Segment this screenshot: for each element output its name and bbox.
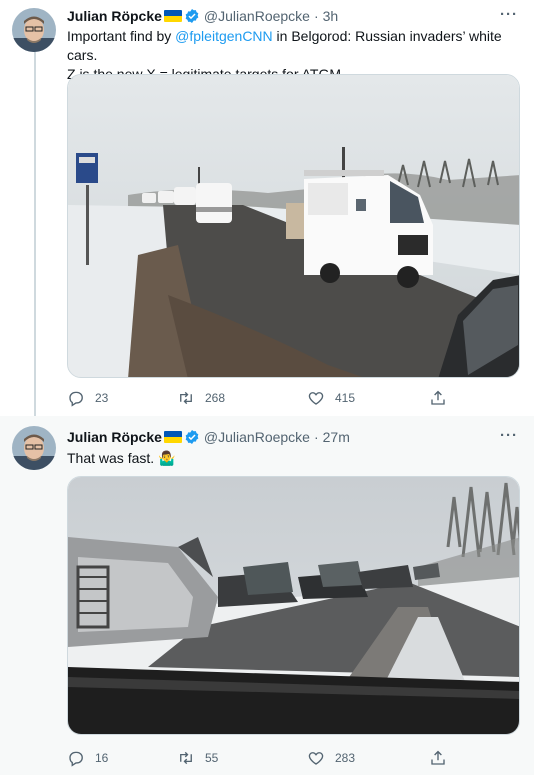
- tweet-photo[interactable]: [67, 476, 520, 735]
- avatar[interactable]: [12, 426, 56, 470]
- more-icon[interactable]: ···: [500, 6, 518, 23]
- tweet-actions: 16 55 283: [67, 749, 520, 767]
- tweet-text: That was fast. 🤷‍♂️: [67, 449, 522, 468]
- avatar[interactable]: [12, 8, 56, 52]
- share-button[interactable]: [429, 389, 447, 407]
- like-button[interactable]: 283: [307, 749, 427, 767]
- like-count: 415: [335, 391, 356, 405]
- author-name[interactable]: Julian Röpcke: [67, 8, 162, 24]
- tweet-1[interactable]: Julian Röpcke @JulianRoepcke · 3h ··· Im…: [0, 0, 534, 416]
- tweet-time[interactable]: 3h: [323, 8, 339, 24]
- tweet-2[interactable]: Julian Röpcke @JulianRoepcke · 27m ··· T…: [0, 416, 534, 775]
- more-icon[interactable]: ···: [500, 427, 518, 444]
- tweet-header: Julian Röpcke @JulianRoepcke · 27m: [67, 429, 350, 445]
- retweet-count: 55: [205, 751, 219, 765]
- verified-badge-icon: [184, 429, 200, 445]
- reply-icon: [69, 751, 83, 767]
- ukraine-flag-icon: [163, 431, 182, 443]
- separator-dot: ·: [313, 429, 319, 445]
- tweet-text-part: Important find by: [67, 28, 176, 44]
- shrug-emoji: 🤷‍♂️: [158, 450, 176, 466]
- retweet-button[interactable]: 268: [177, 389, 307, 407]
- retweet-button[interactable]: 55: [177, 749, 307, 767]
- author-name[interactable]: Julian Röpcke: [67, 429, 162, 445]
- retweet-icon: [180, 391, 192, 405]
- reply-button[interactable]: 16: [67, 749, 177, 767]
- tweet-text-part: That was fast.: [67, 450, 155, 466]
- ukraine-flag-icon: [163, 10, 182, 22]
- tweet-photo[interactable]: [67, 74, 520, 378]
- tweet-actions: 23 268 415: [67, 389, 520, 407]
- like-count: 283: [335, 751, 356, 765]
- retweet-count: 268: [205, 391, 226, 405]
- share-icon: [431, 390, 445, 405]
- verified-badge-icon: [184, 8, 200, 24]
- share-icon: [431, 750, 445, 765]
- tweet-header: Julian Röpcke @JulianRoepcke · 3h: [67, 8, 338, 24]
- reply-button[interactable]: 23: [67, 389, 177, 407]
- like-button[interactable]: 415: [307, 389, 427, 407]
- tweet-time[interactable]: 27m: [323, 429, 350, 445]
- share-button[interactable]: [429, 749, 447, 767]
- reply-count: 16: [95, 751, 109, 765]
- retweet-icon: [180, 751, 192, 765]
- author-handle[interactable]: @JulianRoepcke: [204, 8, 310, 24]
- author-handle[interactable]: @JulianRoepcke: [204, 429, 310, 445]
- separator-dot: ·: [313, 8, 319, 24]
- reply-count: 23: [95, 391, 109, 405]
- like-icon: [308, 392, 324, 405]
- mention-link[interactable]: @fpleitgenCNN: [175, 28, 272, 44]
- like-icon: [308, 752, 324, 765]
- reply-icon: [69, 391, 83, 407]
